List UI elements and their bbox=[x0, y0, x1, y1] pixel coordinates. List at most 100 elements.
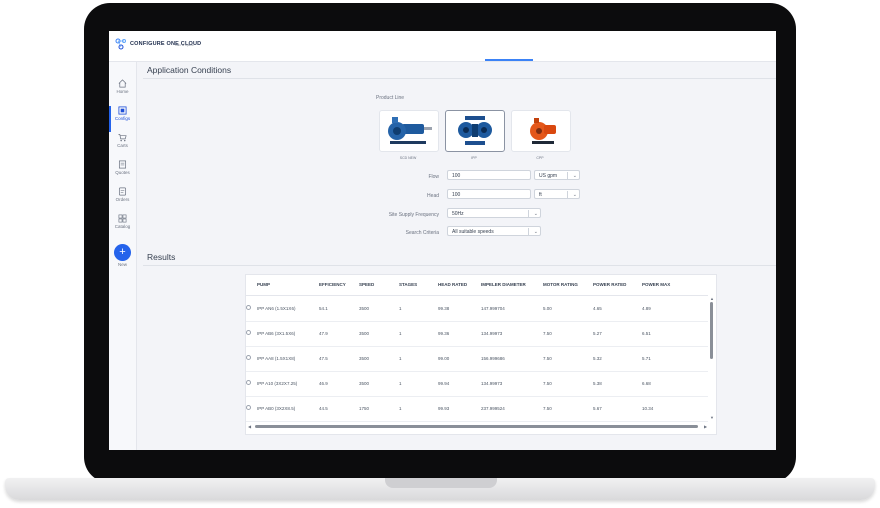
cell-efficiency: 54.1 bbox=[319, 306, 328, 311]
cell-efficiency: 46.9 bbox=[319, 381, 328, 386]
cell-stages: 1 bbox=[399, 331, 402, 336]
column-header-efficiency[interactable]: EFFICIENCY bbox=[319, 282, 346, 287]
cell-power-max: 6.51 bbox=[642, 331, 651, 336]
cell-pump: IPP AB0 (3X2X8.5) bbox=[257, 406, 296, 411]
cell-efficiency: 47.9 bbox=[319, 331, 328, 336]
head-input[interactable]: 100 bbox=[447, 189, 531, 199]
cell-speed: 3500 bbox=[359, 306, 370, 311]
cell-head-rated: 99.38 bbox=[438, 306, 450, 311]
application-conditions-title: Application Conditions bbox=[147, 65, 232, 75]
vertical-scrollbar[interactable]: ▲ ▼ bbox=[710, 296, 714, 421]
orange-pump-icon bbox=[530, 118, 556, 144]
nav-catalog[interactable]: Catalog bbox=[109, 214, 136, 240]
cell-power-rated: 5.27 bbox=[593, 331, 602, 336]
new-button[interactable]: + bbox=[114, 244, 131, 261]
chevron-down-icon: ⌄ bbox=[533, 211, 538, 217]
frequency-select[interactable]: 50Hz ⌄ bbox=[447, 208, 541, 218]
cell-efficiency: 44.5 bbox=[319, 406, 328, 411]
cell-motor-rating: 5.00 bbox=[543, 306, 552, 311]
cell-motor-rating: 7.50 bbox=[543, 406, 552, 411]
flow-unit-select[interactable]: US gpm ⌄ bbox=[534, 170, 580, 180]
cell-head-rated: 99.00 bbox=[438, 356, 450, 361]
scroll-right-icon[interactable]: ▶ bbox=[704, 424, 707, 429]
product-card-scd-new-label: SCD NEW bbox=[399, 156, 417, 160]
cell-head-rated: 99.94 bbox=[438, 381, 450, 386]
product-card-scd-new[interactable] bbox=[379, 110, 439, 152]
head-unit-select[interactable]: ft ⌄ bbox=[534, 189, 580, 199]
app-screen: CONFIGURE ONE CLOUD from Ɵ Xylem Home Co… bbox=[109, 31, 776, 450]
configs-icon bbox=[118, 106, 127, 115]
cell-motor-rating: 7.50 bbox=[543, 331, 552, 336]
scroll-up-icon[interactable]: ▲ bbox=[710, 296, 714, 301]
cell-power-rated: 5.38 bbox=[593, 381, 602, 386]
cell-stages: 1 bbox=[399, 356, 402, 361]
head-label: Head bbox=[427, 193, 439, 199]
section-divider bbox=[143, 78, 776, 79]
select-separator bbox=[567, 172, 568, 179]
table-row[interactable]: IPP AN6 (1.5X1X6) 54.1 3500 1 99.38 147.… bbox=[246, 296, 708, 322]
cell-power-max: 4.89 bbox=[642, 306, 651, 311]
flow-unit-value: US gpm bbox=[539, 173, 558, 179]
horizontal-scrollbar[interactable]: ◀ ▶ bbox=[246, 423, 714, 431]
table-row[interactable]: IPP AA8 (1.5X1X8) 47.5 3500 1 99.00 156.… bbox=[246, 346, 708, 372]
cell-impeler-diameter: 156.999686 bbox=[481, 356, 505, 361]
active-tab-indicator bbox=[485, 59, 533, 61]
column-header-speed[interactable]: SPEED bbox=[359, 282, 374, 287]
frequency-value: 50Hz bbox=[452, 211, 464, 217]
column-header-pump[interactable]: PUMP bbox=[257, 282, 270, 287]
cell-impeler-diameter: 147.999704 bbox=[481, 306, 505, 311]
cell-efficiency: 47.5 bbox=[319, 356, 328, 361]
nav-quotes-label: Quotes bbox=[115, 170, 130, 175]
column-header-stages[interactable]: STAGES bbox=[399, 282, 417, 287]
nav-carts[interactable]: Carts bbox=[109, 133, 136, 159]
cell-speed: 3500 bbox=[359, 356, 370, 361]
nav-configs[interactable]: Configs bbox=[109, 106, 136, 132]
nav-home[interactable]: Home bbox=[109, 79, 136, 105]
home-icon bbox=[118, 79, 127, 88]
vertical-scroll-thumb[interactable] bbox=[710, 302, 713, 359]
cell-impeler-diameter: 237.999524 bbox=[481, 406, 505, 411]
column-header-head-rated[interactable]: HEAD RATED bbox=[438, 282, 467, 287]
scroll-down-icon[interactable]: ▼ bbox=[710, 415, 714, 420]
column-header-power-rated[interactable]: POWER RATED bbox=[593, 282, 626, 287]
cell-power-max: 5.71 bbox=[642, 356, 651, 361]
search-criteria-select[interactable]: All suitable speeds ⌄ bbox=[447, 226, 541, 236]
cell-speed: 3500 bbox=[359, 381, 370, 386]
cell-power-rated: 4.65 bbox=[593, 306, 602, 311]
cell-speed: 3500 bbox=[359, 331, 370, 336]
row-select-radio[interactable] bbox=[246, 355, 251, 360]
cell-impeler-diameter: 134.99973 bbox=[481, 381, 503, 386]
product-card-ipp-label: IPP bbox=[471, 156, 477, 160]
cell-pump: IPP AN6 (1.5X1X6) bbox=[257, 306, 296, 311]
table-row[interactable]: IPP AB6 (3X1.5X6) 47.9 3500 1 99.36 134.… bbox=[246, 321, 708, 347]
select-separator bbox=[567, 191, 568, 198]
scroll-left-icon[interactable]: ◀ bbox=[248, 424, 251, 429]
search-criteria-value: All suitable speeds bbox=[452, 229, 494, 235]
row-select-radio[interactable] bbox=[246, 380, 251, 385]
table-row[interactable]: IPP A10 (3X2X7.25) 46.9 3500 1 99.94 134… bbox=[246, 371, 708, 397]
top-bar: CONFIGURE ONE CLOUD from Ɵ Xylem bbox=[109, 31, 776, 62]
cell-power-rated: 5.67 bbox=[593, 406, 602, 411]
row-select-radio[interactable] bbox=[246, 305, 251, 310]
table-row[interactable]: IPP AB0 (3X2X8.5) 44.5 1750 1 99.93 237.… bbox=[246, 396, 708, 422]
flow-input[interactable]: 100 bbox=[447, 170, 531, 180]
cell-power-max: 6.68 bbox=[642, 381, 651, 386]
search-criteria-label: Search Criteria bbox=[405, 230, 439, 236]
column-header-motor-rating[interactable]: MOTOR RATING bbox=[543, 282, 578, 287]
nav-quotes[interactable]: Quotes bbox=[109, 160, 136, 186]
product-card-cpp[interactable] bbox=[511, 110, 571, 152]
nav-orders[interactable]: Orders bbox=[109, 187, 136, 213]
catalog-icon bbox=[118, 214, 127, 223]
row-select-radio[interactable] bbox=[246, 405, 251, 410]
row-select-radio[interactable] bbox=[246, 330, 251, 335]
column-header-impeler-diameter[interactable]: IMPELER DIAMETER bbox=[481, 282, 526, 287]
product-card-ipp[interactable] bbox=[445, 110, 505, 152]
chevron-down-icon: ⌄ bbox=[572, 173, 577, 179]
diaphragm-pump-icon bbox=[458, 116, 492, 145]
orders-icon bbox=[118, 187, 127, 196]
horizontal-scroll-thumb[interactable] bbox=[255, 425, 698, 428]
column-header-power-max[interactable]: POWER MAX bbox=[642, 282, 670, 287]
results-divider bbox=[143, 265, 776, 266]
flow-label: Flow bbox=[428, 174, 439, 180]
nav-configs-label: Configs bbox=[114, 116, 131, 121]
